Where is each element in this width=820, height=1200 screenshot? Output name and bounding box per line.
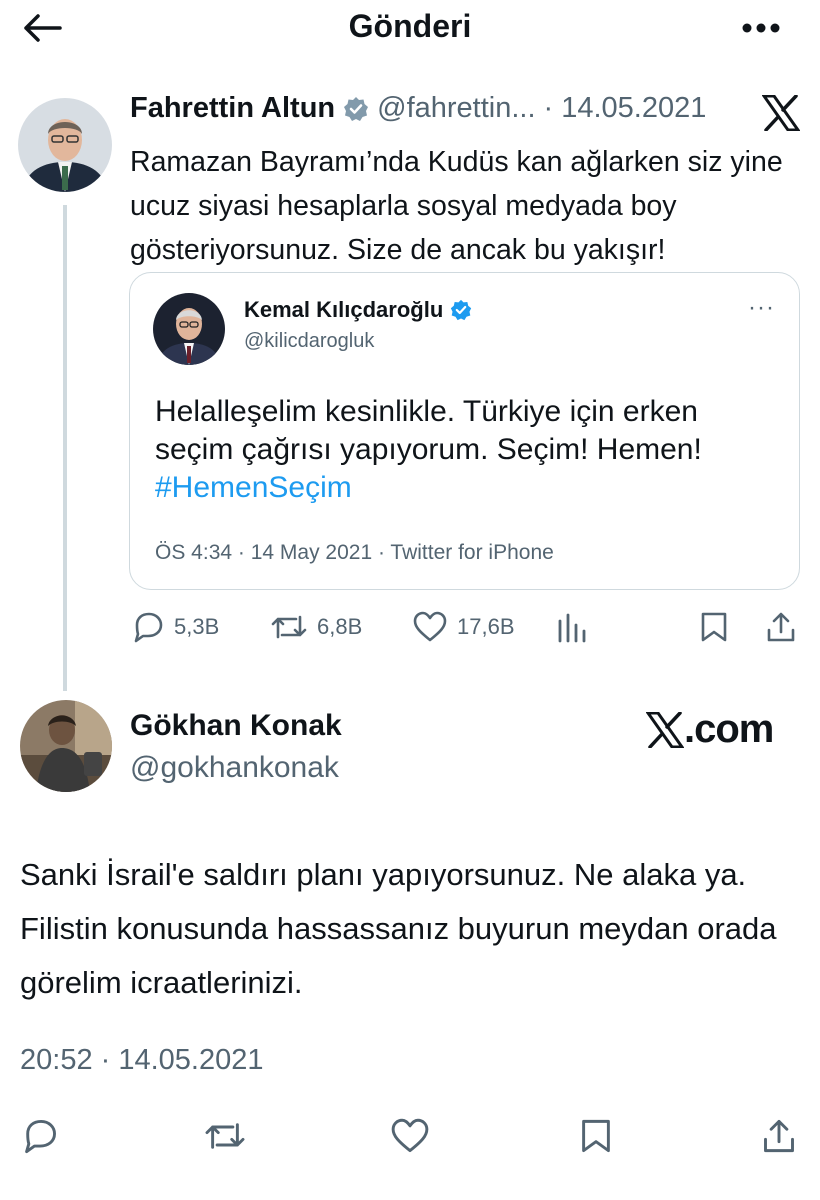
heart-icon [391,1118,429,1153]
repost-icon [205,1123,245,1149]
heart-icon [413,611,447,642]
more-horizontal-icon [742,23,780,33]
share-icon [767,612,795,642]
tweet-header: Fahrettin Altun @fahrettin... · 14.05.20… [130,92,706,125]
more-options-button[interactable] [740,14,782,42]
like-button[interactable]: 17,6B [412,611,515,643]
reply-count: 5,3B [174,614,220,639]
quoted-tweet-footer: ÖS 4:34 · 14 May 2021 · Twitter for iPho… [155,541,554,564]
x-logo-icon [762,95,800,131]
reply-avatar[interactable] [20,700,112,792]
reply-icon [25,1120,56,1154]
quoted-avatar[interactable] [153,293,225,365]
x-logo-icon [646,711,684,748]
reply-author-name[interactable]: Gökhan Konak [130,709,342,743]
views-button[interactable] [556,611,588,643]
quoted-tweet-text: Helalleşelim kesinlikle. Türkiye için er… [155,393,775,507]
quoted-author-row: Kemal Kılıçdaroğlu [244,297,472,323]
author-handle[interactable]: @fahrettin... [377,92,535,125]
author-name[interactable]: Fahrettin Altun [130,92,335,125]
verified-badge-icon [451,299,472,321]
reply-author-handle[interactable]: @gokhankonak [130,751,339,785]
repost-count: 6,8B [317,614,363,639]
avatar[interactable] [18,98,112,192]
bookmark-icon [701,612,727,642]
repost-button[interactable]: 6,8B [270,611,362,643]
quoted-more-icon[interactable]: ··· [748,294,775,322]
watermark-text: .com [684,707,774,751]
x-com-watermark: .com [646,707,774,752]
share-button[interactable] [758,1116,800,1156]
bookmark-icon [582,1119,610,1153]
repost-button[interactable] [200,1116,250,1156]
like-count: 17,6B [457,614,515,639]
share-icon [764,1119,794,1153]
like-button[interactable] [387,1116,433,1156]
reply-text: Sanki İsrail'e saldırı planı yapıyorsunu… [20,857,777,1000]
reply-icon [134,612,163,643]
repost-icon [271,615,307,639]
tweet-date[interactable]: 14.05.2021 [561,92,706,125]
bookmark-button[interactable] [700,611,728,643]
thread-line [63,205,67,691]
quoted-text-body: Helalleşelim kesinlikle. Türkiye için er… [155,395,702,466]
quoted-author-handle[interactable]: @kilicdarogluk [244,330,374,353]
hashtag-link[interactable]: #HemenSeçim [155,471,352,504]
page-title: Gönderi [348,8,472,44]
reply-button[interactable] [18,1116,62,1156]
verified-badge-icon [344,96,369,121]
tweet-text: Ramazan Bayramı’nda Kudüs kan ağlarken s… [130,146,783,266]
analytics-bar-icon [558,613,586,643]
meta-separator: · [543,92,554,124]
reply-button[interactable]: 5,3B [131,611,219,643]
share-button[interactable] [765,611,797,643]
bookmark-button[interactable] [576,1116,616,1156]
quoted-author-name[interactable]: Kemal Kılıçdaroğlu [244,297,443,323]
reply-timestamp[interactable]: 20:52 · 14.05.2021 [20,1044,263,1077]
